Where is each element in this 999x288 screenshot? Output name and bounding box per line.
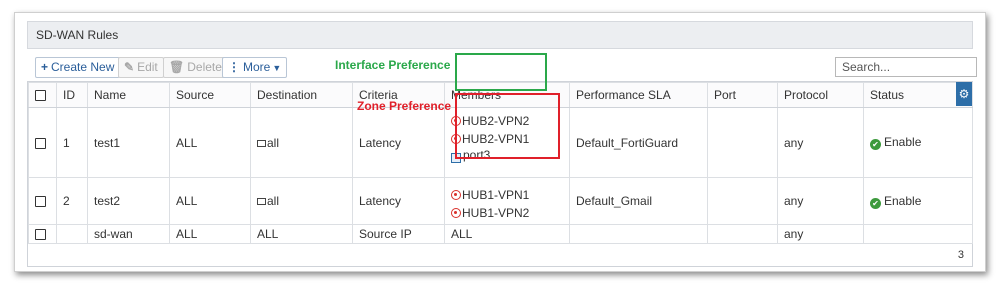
cell-criteria: Latency bbox=[352, 107, 445, 178]
cell-performance-sla: Default_FortiGuard bbox=[569, 107, 708, 178]
select-all-checkbox[interactable] bbox=[35, 90, 46, 102]
col-header-source[interactable]: Source bbox=[169, 82, 251, 108]
cell-status bbox=[863, 224, 973, 244]
chevron-down-icon: ▼ bbox=[272, 63, 282, 73]
vertical-dots-icon: ⋮ bbox=[228, 60, 240, 74]
status-label: Enable bbox=[884, 193, 922, 208]
member-item: HUB1-VPN1 bbox=[451, 186, 563, 204]
address-icon bbox=[257, 139, 266, 147]
cell-destination: ALL bbox=[250, 224, 353, 244]
row-checkbox[interactable] bbox=[35, 137, 46, 149]
cell-source: ALL bbox=[169, 177, 251, 225]
table-row[interactable]: sd-wan ALL ALL Source IP ALL any bbox=[28, 224, 973, 244]
vpn-tunnel-icon bbox=[451, 208, 461, 218]
row-checkbox[interactable] bbox=[35, 229, 46, 241]
cell-id: 1 bbox=[56, 107, 88, 178]
row-count: 3 bbox=[957, 249, 964, 261]
cell-performance-sla: Default_Gmail bbox=[569, 177, 708, 225]
col-header-protocol[interactable]: Protocol bbox=[777, 82, 864, 108]
check-circle-icon: ✔ bbox=[870, 139, 881, 150]
cell-performance-sla bbox=[569, 224, 708, 244]
member-label: HUB1-VPN2 bbox=[462, 206, 530, 220]
zone-preference-annotation: Zone Preference bbox=[357, 99, 452, 113]
edit-label: Edit bbox=[137, 60, 158, 74]
create-new-label: Create New bbox=[51, 60, 115, 74]
pencil-icon: ✎ bbox=[124, 60, 135, 74]
zone-preference-highlight bbox=[455, 93, 560, 159]
cell-name: test1 bbox=[87, 107, 170, 178]
sd-wan-rules-window: SD-WAN Rules + Create New ✎ Edit 🗑 Delete ⋮… bbox=[14, 12, 986, 272]
select-all-cell bbox=[28, 82, 57, 108]
plus-icon: + bbox=[41, 60, 49, 74]
cell-source: ALL bbox=[169, 107, 251, 178]
col-header-id[interactable]: ID bbox=[56, 82, 88, 108]
cell-name: test2 bbox=[87, 177, 170, 225]
panel-title: SD-WAN Rules bbox=[27, 21, 973, 49]
cell-status: ✔ Enable bbox=[863, 177, 973, 225]
cell-name: sd-wan bbox=[87, 224, 170, 244]
row-select-cell bbox=[28, 224, 57, 244]
interface-preference-highlight bbox=[455, 53, 547, 91]
row-checkbox[interactable] bbox=[35, 196, 46, 208]
create-new-button[interactable]: + Create New bbox=[35, 57, 121, 78]
check-circle-icon: ✔ bbox=[870, 197, 881, 209]
address-icon bbox=[257, 198, 266, 205]
status-label: Enable bbox=[884, 135, 922, 149]
cell-protocol: any bbox=[777, 224, 864, 244]
cell-protocol: any bbox=[777, 177, 864, 225]
row-select-cell bbox=[28, 107, 57, 178]
member-item: HUB1-VPN2 bbox=[451, 204, 563, 222]
cell-criteria: Source IP bbox=[352, 224, 445, 244]
column-settings-gear-icon[interactable]: ⚙ bbox=[956, 82, 972, 106]
more-button[interactable]: ⋮ More ▼ bbox=[222, 57, 288, 78]
destination-label: all bbox=[267, 135, 280, 150]
cell-source: ALL bbox=[169, 224, 251, 244]
trash-icon: 🗑 bbox=[169, 60, 185, 74]
cell-protocol: any bbox=[777, 107, 864, 178]
row-select-cell bbox=[28, 177, 57, 225]
vpn-tunnel-icon bbox=[451, 190, 461, 200]
cell-id: 2 bbox=[56, 177, 88, 225]
cell-criteria: Latency bbox=[352, 177, 445, 225]
delete-button[interactable]: 🗑 Delete bbox=[163, 57, 228, 78]
cell-port bbox=[707, 224, 778, 244]
col-header-destination[interactable]: Destination bbox=[250, 82, 353, 108]
col-header-port[interactable]: Port bbox=[707, 82, 778, 108]
cell-destination: all bbox=[250, 177, 353, 225]
cell-members: HUB1-VPN1 HUB1-VPN2 bbox=[444, 177, 570, 225]
cell-id bbox=[56, 224, 88, 244]
destination-label: all bbox=[267, 194, 280, 208]
interface-preference-annotation: Interface Preference bbox=[335, 58, 451, 72]
cell-port bbox=[707, 107, 778, 178]
col-header-performance-sla[interactable]: Performance SLA bbox=[569, 82, 708, 108]
search-input[interactable] bbox=[835, 57, 977, 77]
edit-button[interactable]: ✎ Edit bbox=[118, 57, 164, 78]
cell-port bbox=[707, 177, 778, 225]
more-label: More bbox=[243, 60, 271, 74]
cell-destination: all bbox=[250, 107, 353, 178]
member-label: HUB1-VPN1 bbox=[462, 188, 530, 202]
col-header-status-label: Status bbox=[870, 88, 905, 102]
delete-label: Delete bbox=[187, 60, 222, 74]
col-header-name[interactable]: Name bbox=[87, 82, 170, 108]
cell-status: ✔ Enable bbox=[863, 107, 973, 178]
cell-members: ALL bbox=[444, 224, 570, 244]
table-row[interactable]: 2 test2 ALL all Latency HUB1-VPN1 HUB1-V… bbox=[28, 177, 973, 225]
